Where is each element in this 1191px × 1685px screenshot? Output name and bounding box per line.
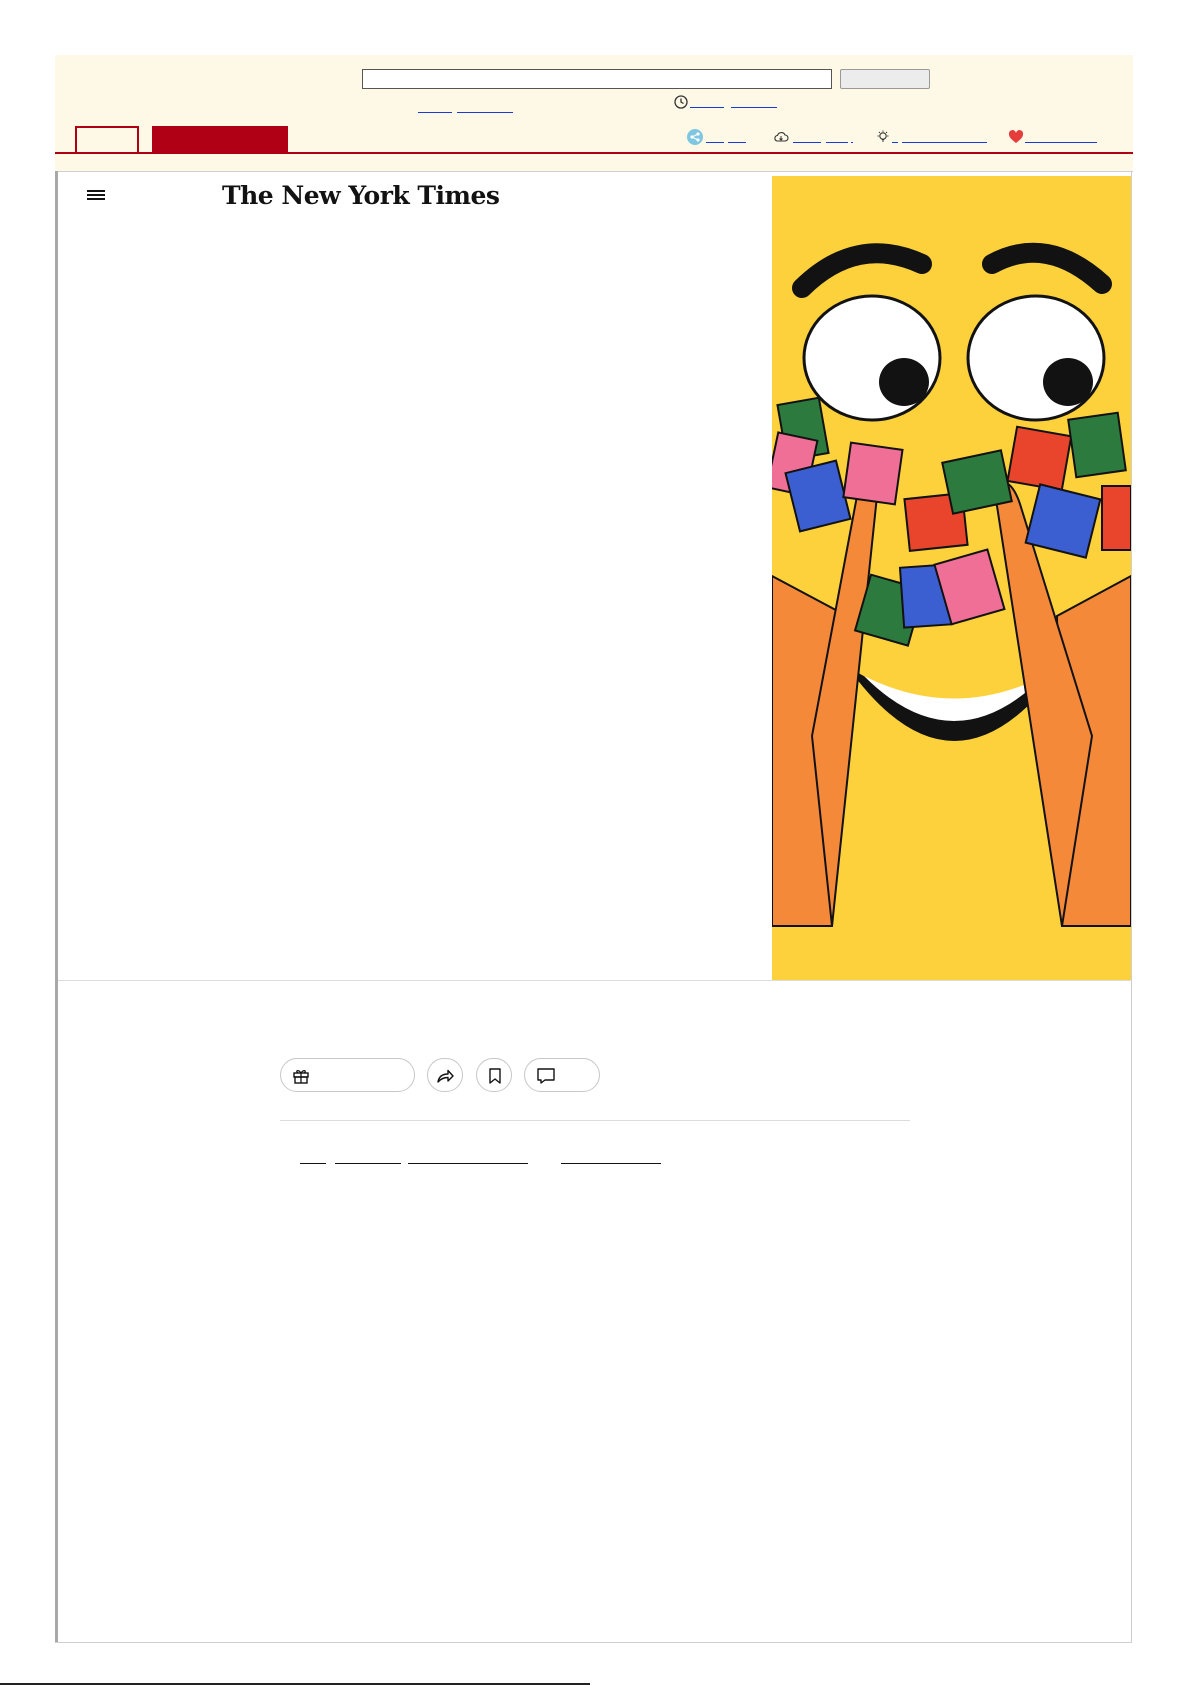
tab-highlighted[interactable]	[152, 126, 288, 152]
gift-icon	[293, 1070, 309, 1084]
go-button[interactable]	[840, 69, 930, 89]
hero-divider	[58, 980, 1131, 981]
share-underline-1	[706, 142, 724, 143]
download-underline-2	[826, 142, 848, 143]
clock-icon	[674, 95, 688, 109]
actions-divider	[280, 1120, 910, 1121]
cloud-download-icon[interactable]	[773, 129, 789, 145]
download-underline-3	[851, 142, 853, 143]
byline-link-4[interactable]	[561, 1155, 661, 1167]
download-underline-1	[793, 142, 821, 143]
left-eye	[802, 294, 942, 422]
toolbar-accent-line	[55, 152, 1133, 154]
byline-underline-1	[300, 1163, 326, 1164]
about-underline-1	[892, 142, 898, 143]
byline-link-1[interactable]	[300, 1155, 326, 1167]
byline-underline-3	[408, 1163, 528, 1164]
donate-underline	[1025, 142, 1097, 143]
url-input[interactable]	[362, 69, 832, 89]
page-frame-right	[1131, 171, 1132, 1643]
byline-link-3[interactable]	[408, 1155, 528, 1167]
byline-underline-4	[561, 1163, 661, 1164]
menu-bar	[87, 198, 105, 200]
calendar-link-underline	[418, 112, 452, 113]
page-frame-left	[55, 171, 58, 1643]
byline-link-2[interactable]	[335, 1155, 401, 1167]
about-underline-2	[902, 142, 987, 143]
share-arrow-icon	[437, 1069, 454, 1083]
menu-bar	[87, 194, 105, 196]
book-red	[1006, 425, 1073, 492]
share-underline-2	[728, 142, 746, 143]
book-pink	[842, 441, 904, 506]
nyt-logo[interactable]: The New York Times	[222, 181, 500, 213]
byline-underline-2	[335, 1163, 401, 1164]
book-green	[941, 449, 1013, 515]
menu-bar	[87, 190, 105, 192]
right-eye	[966, 294, 1106, 422]
bookmark-icon	[489, 1068, 501, 1084]
next-capture-underline	[731, 107, 777, 108]
comments-button[interactable]	[524, 1058, 600, 1092]
previous-capture-underline	[690, 107, 724, 108]
timestamp-link-underline	[457, 112, 513, 113]
wayback-toolbar	[55, 55, 1133, 172]
right-pupil	[1043, 358, 1093, 406]
lightbulb-icon[interactable]	[875, 129, 891, 145]
share-button[interactable]	[427, 1058, 463, 1092]
left-pupil	[879, 358, 929, 406]
book-red	[1101, 485, 1131, 551]
comment-icon	[537, 1068, 555, 1084]
heart-icon[interactable]	[1008, 129, 1024, 145]
gift-article-button[interactable]	[280, 1058, 415, 1092]
share-icon[interactable]	[687, 129, 703, 145]
save-button[interactable]	[476, 1058, 512, 1092]
tab-active[interactable]	[75, 126, 139, 153]
book-green	[1067, 411, 1127, 479]
hero-illustration	[772, 176, 1131, 980]
page-frame-bottom	[55, 1642, 1132, 1643]
hamburger-menu-icon[interactable]	[87, 188, 105, 204]
